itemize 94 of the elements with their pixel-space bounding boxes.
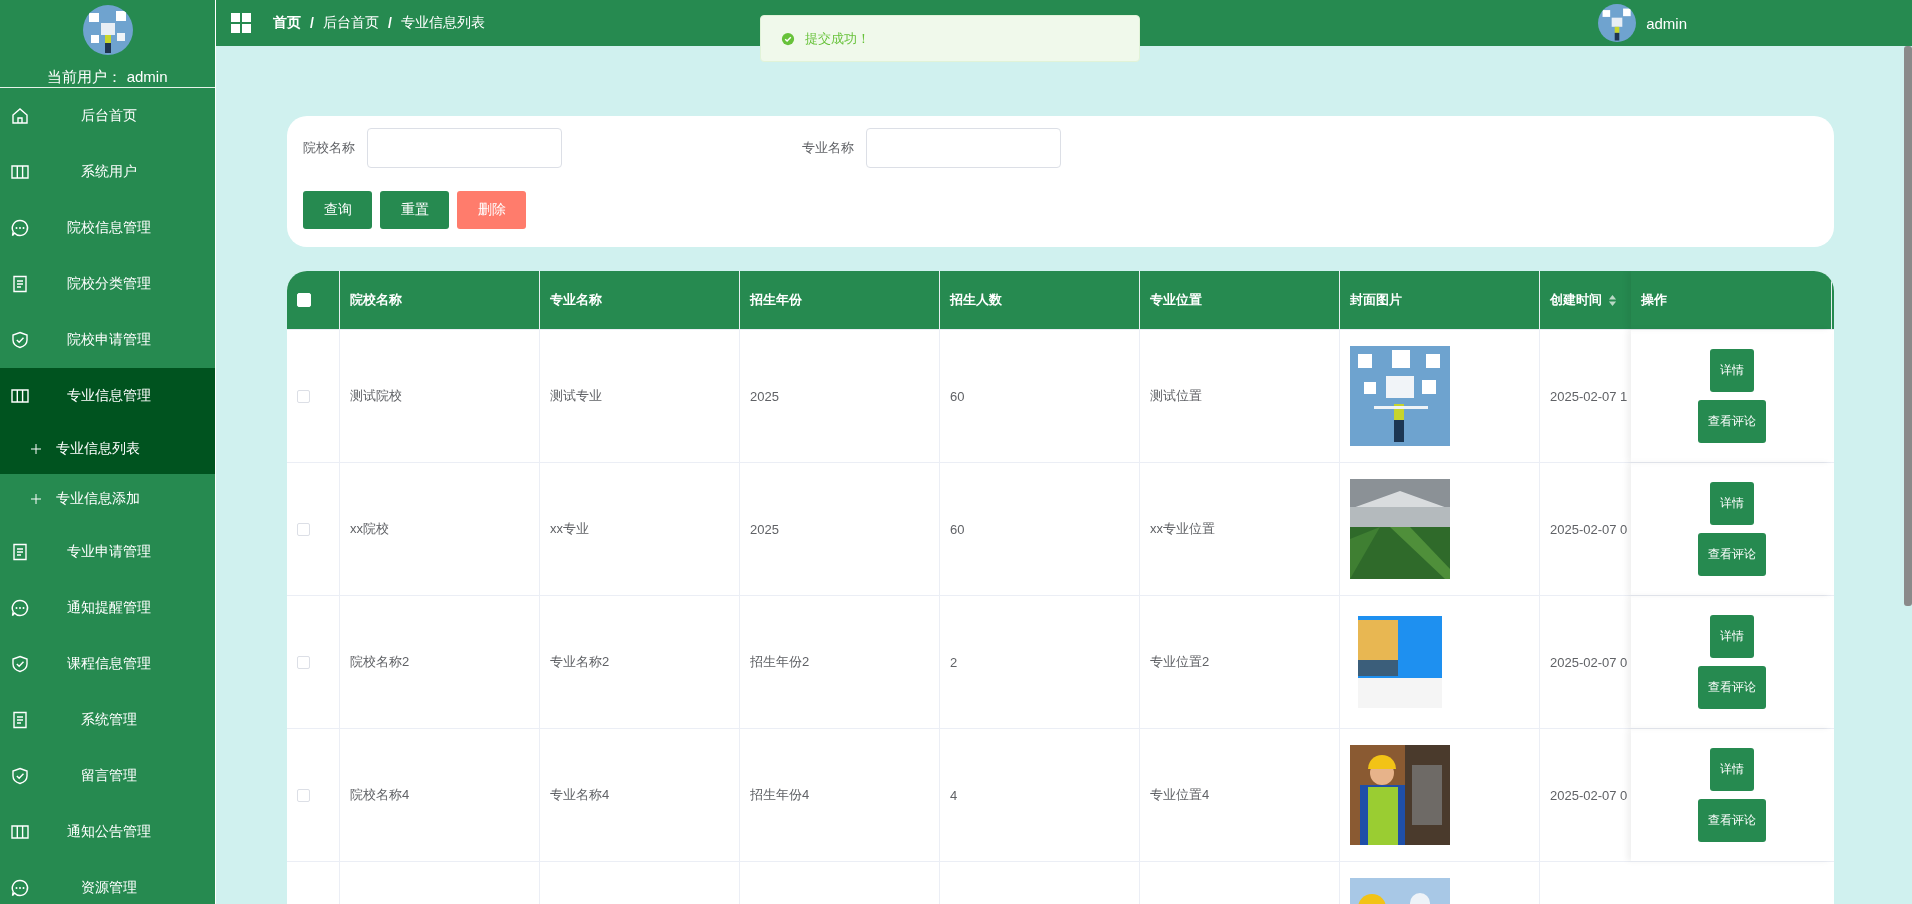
breadcrumb-item[interactable]: 首页 [273, 14, 301, 32]
action-button[interactable]: 查询 [303, 191, 372, 229]
table-cell: 4 [950, 787, 958, 803]
action-button[interactable]: 删除 [457, 191, 526, 229]
table-cell: 测试位置 [1150, 387, 1202, 405]
column-header: 招生年份 [750, 291, 802, 309]
table-cell: 院校名称2 [350, 653, 410, 671]
table-cell: 专业位置2 [1150, 653, 1210, 671]
table-cell: 2025 [750, 521, 779, 537]
sort-icon[interactable] [1608, 293, 1617, 307]
menu-item[interactable]: 院校信息管理 [0, 200, 215, 256]
table-cell: 招生年份2 [750, 653, 810, 671]
row-action-button[interactable]: 详情 [1709, 615, 1754, 658]
menu-item[interactable]: 系统用户 [0, 144, 215, 200]
column-header: 创建时间 [1550, 291, 1602, 309]
column-header: 院校名称 [350, 291, 402, 309]
menu-item[interactable]: 专业信息管理 [0, 368, 215, 424]
row-action-button[interactable]: 详情 [1709, 349, 1754, 392]
columns-icon [10, 386, 30, 406]
input-field[interactable] [866, 128, 1061, 168]
columns-icon [10, 162, 30, 182]
row-checkbox[interactable] [297, 522, 310, 536]
table-cell: 2 [950, 654, 958, 670]
breadcrumb-separator: / [310, 15, 314, 31]
current-user: 当前用户： admin [47, 68, 168, 87]
row-action-button[interactable]: 查看评论 [1697, 400, 1766, 443]
document-icon [10, 710, 30, 730]
table-cell: 招生年份4 [750, 786, 810, 804]
menu-item[interactable]: 留言管理 [0, 748, 215, 804]
field-label: 院校名称 [303, 139, 355, 157]
breadcrumb-item[interactable]: 专业信息列表 [400, 14, 485, 32]
breadcrumb-item[interactable]: 后台首页 [322, 14, 379, 32]
table-cell: 专业位置4 [1150, 786, 1210, 804]
table-cell: xx院校 [350, 520, 389, 538]
row-action-button[interactable]: 详情 [1709, 482, 1754, 525]
row-checkbox[interactable] [297, 655, 310, 669]
submenu-item[interactable]: 专业信息添加 [0, 474, 215, 524]
action-button[interactable]: 重置 [380, 191, 449, 229]
menu-item[interactable]: 院校申请管理 [0, 312, 215, 368]
columns-icon [10, 822, 30, 842]
menu-item[interactable]: 课程信息管理 [0, 636, 215, 692]
home-icon [10, 106, 30, 126]
table-cell: 专业名称2 [550, 653, 610, 671]
user-name[interactable]: admin [1646, 14, 1687, 32]
menu-item[interactable]: 系统管理 [0, 692, 215, 748]
table-cell: 2025-02-07 1 [1550, 388, 1628, 404]
row-action-button[interactable]: 查看评论 [1697, 799, 1766, 842]
submenu-item[interactable]: 专业信息列表 [0, 424, 215, 474]
chat-icon [10, 218, 30, 238]
column-header: 招生人数 [950, 291, 1002, 309]
breadcrumb-separator: / [387, 15, 392, 31]
row-action-button[interactable]: 查看评论 [1697, 666, 1766, 709]
menu-item[interactable]: 通知公告管理 [0, 804, 215, 860]
row-checkbox[interactable] [297, 788, 310, 802]
plus-icon [30, 493, 42, 505]
column-header: 专业位置 [1150, 291, 1202, 309]
select-all-checkbox[interactable] [297, 293, 311, 307]
grid-icon[interactable] [230, 12, 252, 34]
menu-item[interactable]: 后台首页 [0, 88, 215, 144]
menu-item[interactable]: 资源管理 [0, 860, 215, 904]
column-header: 专业名称 [550, 291, 602, 309]
input-field[interactable] [367, 128, 562, 168]
table-cell: 测试专业 [550, 387, 602, 405]
row-action-button[interactable]: 详情 [1709, 748, 1754, 791]
shield-check-icon [10, 654, 30, 674]
toast-text: 提交成功！ [805, 29, 870, 48]
menu-item[interactable]: 院校分类管理 [0, 256, 215, 312]
shield-check-icon [10, 330, 30, 350]
row-action-button[interactable]: 查看评论 [1697, 533, 1766, 576]
table-cell: 2025 [750, 388, 779, 404]
plus-icon [30, 443, 42, 455]
scrollbar[interactable] [1904, 46, 1912, 606]
field-label: 专业名称 [802, 139, 854, 157]
table-cell: 2025-02-07 0 [1550, 787, 1628, 803]
success-icon [781, 31, 795, 46]
chat-icon [10, 878, 30, 898]
table-cell: 60 [950, 521, 965, 537]
document-icon [10, 542, 30, 562]
table-cell: 院校名称4 [350, 786, 410, 804]
table-cell: xx专业位置 [1150, 520, 1215, 538]
table-cell: 2025-02-07 0 [1550, 654, 1628, 670]
table-cell: xx专业 [550, 520, 589, 538]
column-header: 操作 [1641, 291, 1667, 309]
column-header: 封面图片 [1350, 291, 1402, 309]
chat-icon [10, 598, 30, 618]
shield-check-icon [10, 766, 30, 786]
table-cell: 60 [950, 388, 965, 404]
table-cell: 专业名称4 [550, 786, 610, 804]
menu-item[interactable]: 通知提醒管理 [0, 580, 215, 636]
table-cell: 测试院校 [350, 387, 402, 405]
table-cell: 2025-02-07 0 [1550, 521, 1628, 537]
menu-item[interactable]: 专业申请管理 [0, 524, 215, 580]
row-checkbox[interactable] [297, 389, 310, 403]
document-icon [10, 274, 30, 294]
